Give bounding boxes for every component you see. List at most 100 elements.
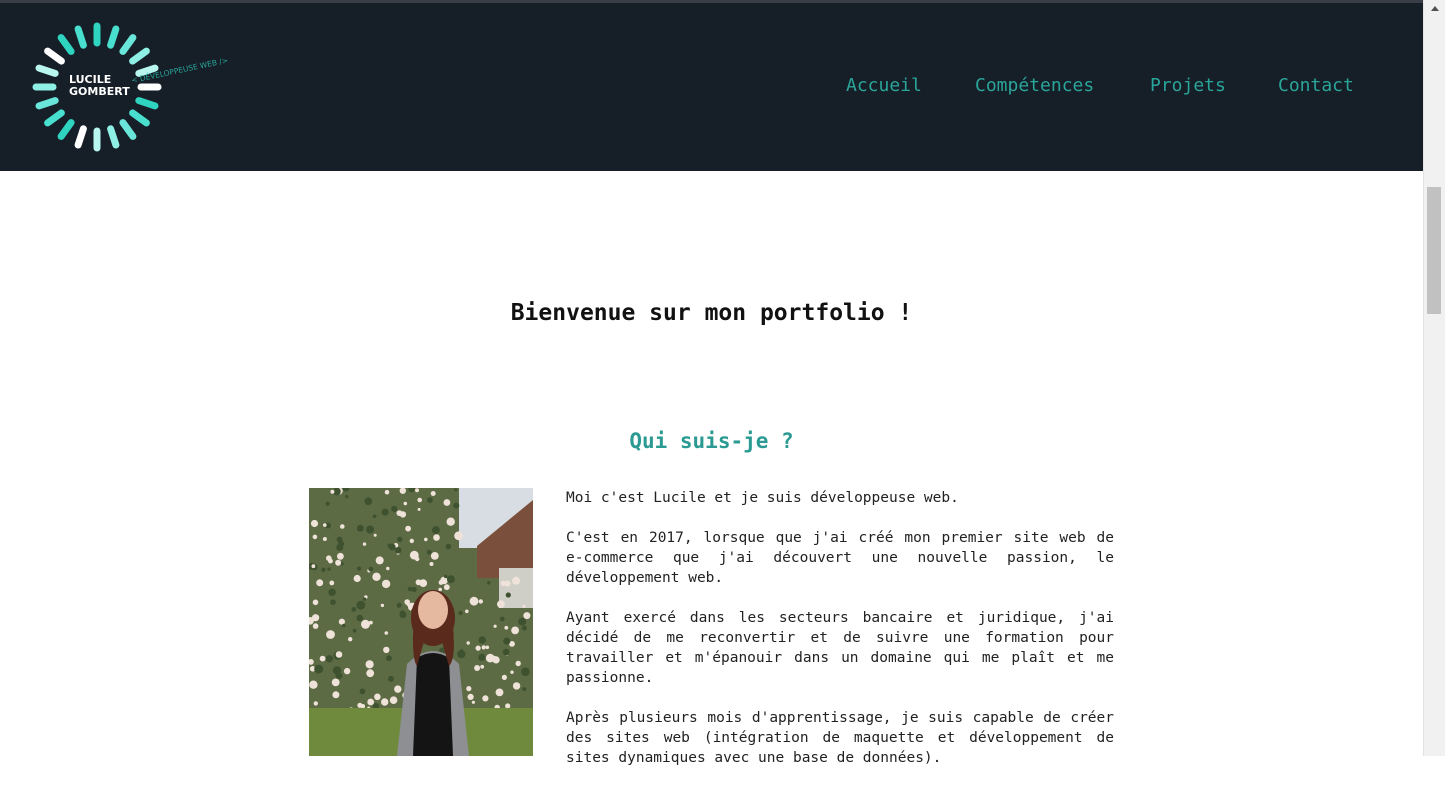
blossom-dot [411,586,417,592]
blossom-dot [389,696,398,704]
blossom-dot [504,625,509,630]
blossom-dot [465,609,469,614]
blossom-dot [485,653,495,663]
logo-ray [129,109,150,127]
blossom-dot [478,599,483,604]
blossom-dot [397,536,403,542]
logo-ray [119,119,137,140]
blossom-dot [312,534,318,540]
blossom-dot [319,655,326,662]
blossom-dot [443,584,450,591]
profile-photo [309,488,533,756]
blossom-dot [478,636,486,644]
blossom-dot [394,547,402,554]
blossom-dot [352,628,357,633]
blossom-dot [325,501,330,506]
blossom-dot [480,664,485,669]
blossom-dot [415,488,419,493]
blossom-dot [457,649,466,659]
blossom-dot [328,588,336,597]
blossom-dot [523,612,531,620]
blossom-dot [342,623,346,628]
blossom-dot [446,575,455,584]
nav-link-projets[interactable]: Projets [1150,75,1226,96]
blossom-dot [430,491,436,496]
blossom-dot [443,499,451,506]
blossom-dot [497,600,505,609]
blossom-dot [505,703,511,709]
blossom-dot [433,534,440,541]
blossom-dot [335,559,342,566]
about-title: Qui suis-je ? [629,429,794,453]
blossom-dot [356,614,364,622]
blossom-dot [366,525,375,534]
blossom-dot [445,543,452,550]
bio-paragraph: Moi c'est Lucile et je suis développeuse… [566,490,959,506]
blossom-dot [409,538,414,544]
scrollbar-thumb[interactable] [1427,187,1441,314]
blossom-dot [331,678,340,687]
logo-ray [57,119,75,140]
nav-link-competences[interactable]: Compétences [975,75,1094,96]
blossom-dot [335,672,343,680]
blossom-dot [400,610,405,615]
chevron-up-icon [1430,6,1439,11]
vertical-scrollbar[interactable] [1423,0,1445,756]
blossom-dot [505,592,511,598]
blossom-dot [357,702,363,708]
blossom-dot [359,688,366,695]
welcome-heading: Bienvenue sur mon portfolio ! [510,300,913,326]
logo-ray [107,125,120,149]
blossom-dot [310,519,319,528]
blossom-dot [386,566,390,571]
blossom-dot [474,665,481,671]
blossom-dot [311,564,316,569]
blossom-dot [396,602,402,608]
logo-ray [107,25,120,49]
blossom-dot [351,607,357,612]
blossom-dot [309,680,318,689]
blossom-dot [335,651,343,658]
blossom-dot [427,497,433,503]
blossom-dot [343,667,351,675]
blossom-dot [312,623,319,629]
blossom-dot [348,637,353,642]
blossom-dot [469,596,479,606]
blossom-dot [372,514,377,519]
blossom-dot [388,675,394,682]
blossom-dot [512,576,521,585]
blossom-dot [430,552,439,560]
blossom-dot [521,667,530,676]
blossom-dot [325,655,334,663]
blossom-dot [323,523,327,527]
blossom-dot [512,682,521,690]
blossom-dot [361,619,370,629]
nav-link-accueil[interactable]: Accueil [846,75,922,96]
blossom-dot [417,507,421,511]
blossom-dot [475,645,481,651]
blossom-dot [466,641,470,645]
blossom-dot [345,494,349,499]
logo-ray [44,47,65,65]
blossom-dot [330,489,335,494]
blossom-dot [372,572,381,581]
blossom-dot [431,526,440,535]
bio-paragraph: Après plusieurs mois d'apprentissage, je… [566,710,1114,766]
blossom-dot [429,562,434,566]
blossom-dot [467,693,474,700]
nav-link-contact[interactable]: Contact [1278,75,1354,96]
bio-paragraph: C'est en 2017, lorsque que j'ai créé mon… [566,530,1114,586]
logo-ray [74,25,87,49]
blossom-dot [337,552,344,560]
blossom-dot [446,517,455,526]
blossom-dot [381,508,389,516]
blossom-dot [510,670,514,674]
blossom-dot [453,502,460,509]
logo-ray [74,125,87,149]
blossom-dot [384,631,389,635]
blossom-dot [515,660,521,667]
scroll-up-button[interactable] [1424,0,1445,17]
blossom-dot [384,489,390,495]
blossom-dot [426,549,432,555]
blossom-dot [340,524,345,529]
